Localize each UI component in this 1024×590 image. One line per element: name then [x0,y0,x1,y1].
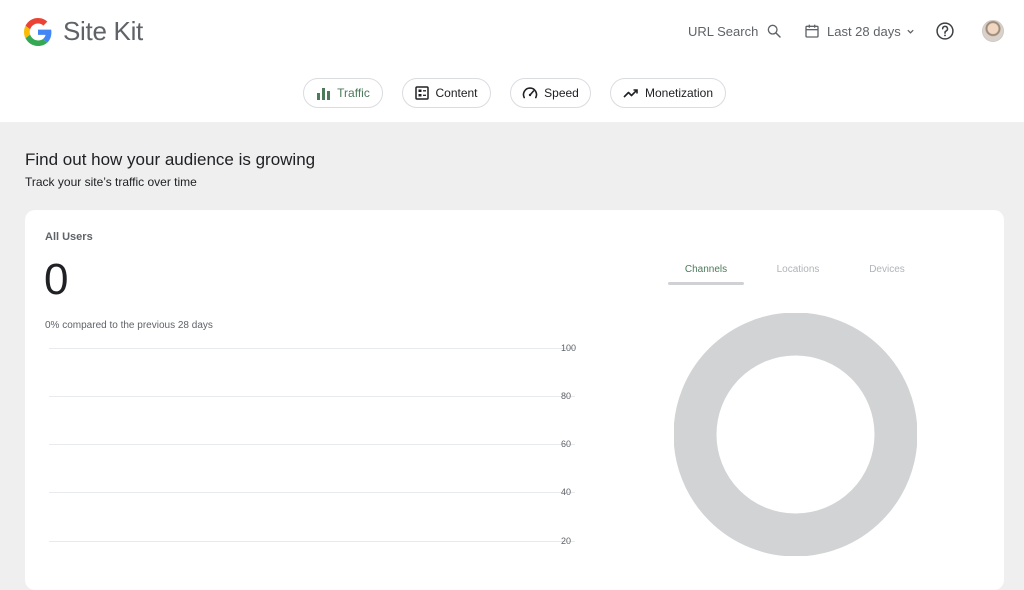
tab-monetization-label: Monetization [644,86,714,100]
y-tick-label: 80 [561,391,572,401]
donut-empty-ring [674,313,917,556]
url-search-button[interactable]: URL Search [688,22,782,40]
google-g-icon [24,17,52,46]
tab-speed-label: Speed [544,86,579,100]
date-range-selector[interactable]: Last 28 days [804,22,915,40]
tab-content-label: Content [435,86,478,100]
chart-gridline [49,444,575,445]
speed-icon [522,87,538,99]
chart-gridline [49,396,575,397]
tab-speed[interactable]: Speed [510,78,591,108]
brand-name: Site Kit [63,16,143,46]
tab-traffic[interactable]: Traffic [303,78,383,108]
users-count: 0 [44,255,69,304]
content-icon [415,86,430,100]
url-search-label: URL Search [688,23,759,39]
active-tab-indicator [668,282,744,285]
bar-chart-icon [317,87,331,100]
all-users-card: All Users 0 0% compared to the previous … [25,210,1004,590]
section-subtitle: Track your site’s traffic over time [25,175,197,189]
user-avatar[interactable] [982,20,1004,42]
tab-content[interactable]: Content [402,78,491,108]
comparison-text: 0% compared to the previous 28 days [45,320,213,331]
help-button[interactable] [935,21,955,46]
calendar-icon [805,24,819,38]
y-tick-label: 60 [561,439,572,449]
tab-channels[interactable]: Channels [668,264,744,275]
top-bar: Site Kit URL Search Last 28 days Traffic… [0,0,1024,122]
chart-gridline [49,541,575,542]
date-range-label: Last 28 days [827,23,901,39]
y-tick-label: 100 [561,343,577,353]
tab-devices[interactable]: Devices [849,264,925,275]
tab-traffic-label: Traffic [337,86,370,100]
trending-up-icon [623,89,638,98]
chevron-down-icon [907,29,914,34]
search-icon [767,24,782,38]
tab-locations[interactable]: Locations [760,264,836,275]
channels-donut-chart [674,313,917,556]
card-label: All Users [45,231,93,243]
tab-monetization[interactable]: Monetization [610,78,726,108]
help-icon [936,22,954,40]
site-kit-logo: Site Kit [24,16,143,47]
chart-gridline [49,492,575,493]
y-tick-label: 40 [561,487,572,497]
chart-gridline [49,348,575,349]
section-title: Find out how your audience is growing [25,150,316,169]
y-tick-label: 20 [561,536,572,546]
